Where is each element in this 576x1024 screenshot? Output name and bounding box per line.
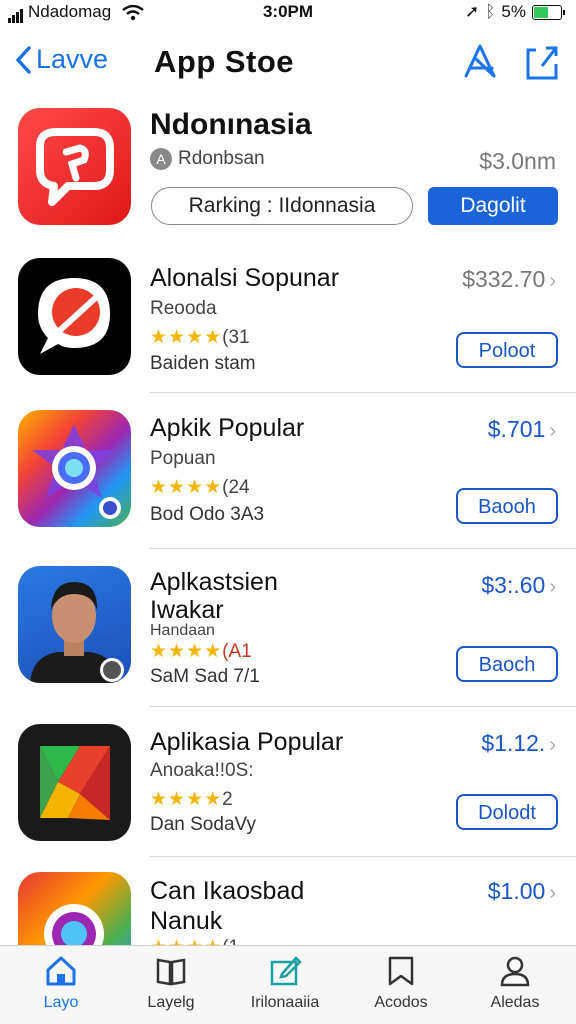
list-item[interactable]: Alonalsi Sopunar Reooda ★★★★(31 Baiden s… [0, 258, 576, 388]
app-icon [18, 410, 131, 527]
rating-stars: ★★★★(A1 [150, 641, 252, 662]
app-meta: SaM Sad 7/1 [150, 666, 260, 687]
price-value: $1.12. [481, 730, 546, 756]
app-name-line1: Can Ikaosbad [150, 877, 305, 905]
page-title: App Stoe [154, 44, 295, 79]
ranking-label: Rarking : IIdonnasia [188, 194, 376, 217]
app-name: Apkik Popular [150, 414, 305, 442]
rating-stars: ★★★★2 [150, 789, 233, 810]
rating-stars: ★★★★(24 [150, 477, 250, 498]
list-item[interactable]: Apkik Popular Popuan ★★★★(24 Bod Odo 3A3… [0, 410, 576, 540]
tab-aledas[interactable]: Aledas [460, 954, 570, 1012]
rating-count: 2 [222, 789, 233, 810]
app-subtitle: Handaan [150, 622, 215, 639]
app-name: Aplikasia Popular [150, 728, 344, 756]
avatar [30, 582, 124, 683]
status-bar: Ndadomag 3:0PM ➚ ᛒ 5% [0, 0, 576, 24]
tab-acodos[interactable]: Acodos [346, 954, 456, 1012]
chevron-right-icon: › [549, 576, 556, 598]
app-price: $.701 › [488, 416, 556, 443]
battery-percent: 5% [501, 2, 526, 21]
app-action-button[interactable]: Poloot [456, 332, 558, 368]
share-icon[interactable] [522, 42, 562, 82]
house-icon [46, 956, 76, 986]
edit-icon [270, 956, 302, 986]
app-name-line1: Aplkastsien [150, 568, 278, 596]
tab-label: Layo [43, 994, 79, 1011]
app-name: Alonalsi Sopunar [150, 264, 340, 292]
chevron-right-icon: › [549, 734, 556, 756]
app-price: $1.00 › [488, 878, 556, 905]
app-icon-featured [18, 108, 131, 225]
nav-bar: Lavve App Stoe [0, 38, 576, 88]
chevron-left-icon [15, 45, 31, 74]
back-button[interactable]: Lavve [14, 44, 108, 75]
divider [150, 706, 576, 707]
tab-bar: Layo Layelg Irilonaaiia Acodos Aledas [0, 945, 576, 1024]
back-label: Lavve [36, 44, 109, 74]
app-price: $332.70 › [462, 266, 556, 293]
tab-label: Irilonaaiia [250, 994, 320, 1011]
app-icon [18, 724, 131, 841]
list-item[interactable]: Aplkastsien Iwakar Handaan ★★★★(A1 SaM Sa… [0, 566, 576, 696]
app-meta: Baiden stam [150, 353, 256, 374]
chevron-right-icon: › [549, 882, 556, 904]
rating-count: (31 [222, 327, 250, 348]
app-price: $3:.60 › [481, 572, 556, 599]
featured-app[interactable]: Ndonınasia A Rdonbsan $3.0nm Rarking : I… [0, 108, 576, 236]
ranking-pill[interactable]: Rarking : IIdonnasia [151, 187, 413, 225]
book-icon [156, 958, 186, 986]
app-subtitle: Popuan [150, 448, 216, 469]
app-meta: Bod Odo 3A3 [150, 504, 265, 525]
divider [150, 392, 576, 393]
price-value: $1.00 [487, 878, 546, 904]
list-item[interactable]: Aplikasia Popular Anoaka!!0S: ★★★★2 Dan … [0, 724, 576, 844]
featured-get-button[interactable]: Dagolit [428, 187, 558, 225]
app-name-line2: Nanuk [150, 907, 223, 935]
app-action-button[interactable]: Baoch [456, 646, 558, 682]
battery-icon [532, 4, 565, 20]
developer-icon: A [150, 148, 172, 170]
app-subtitle: Reooda [150, 298, 217, 319]
app-name-line2: Iwakar [150, 596, 224, 624]
list-item[interactable]: Can IkaosbadNanuk ★★★★(1 $1.00› [0, 872, 576, 946]
tab-label: Layelg [147, 994, 195, 1011]
app-name: Ndonınasia [150, 108, 312, 141]
tab-label: Acodos [374, 994, 428, 1011]
tab-layelg[interactable]: Layelg [116, 954, 226, 1012]
price-value: $3:.60 [481, 572, 546, 598]
app-subtitle: Anoaka!!0S: [150, 760, 254, 781]
app-name: Can Ikaosbad Nanuk [150, 876, 304, 936]
app-action-button[interactable]: Baooh [456, 488, 558, 524]
app-store-icon[interactable] [460, 42, 500, 82]
app-name: Aplkastsien Iwakar [150, 568, 278, 624]
chevron-right-icon: › [549, 270, 556, 292]
rating-stars: ★★★★(31 [150, 327, 250, 348]
chevron-right-icon: › [549, 420, 556, 442]
tab-irilonaaiia[interactable]: Irilonaaiia [230, 954, 340, 1012]
rating-count: (24 [222, 477, 250, 498]
app-icon [18, 258, 131, 375]
bluetooth-icon: ᛒ [485, 2, 496, 21]
divider [150, 856, 576, 857]
location-icon: ➚ [464, 2, 480, 21]
price-value: $.701 [487, 416, 546, 442]
rating-count: (A1 [222, 641, 252, 662]
featured-price: $3.0nm [479, 148, 556, 174]
tab-layo[interactable]: Layo [6, 954, 116, 1012]
divider [150, 548, 576, 549]
developer-name: Rdonbsan [178, 148, 265, 169]
tab-label: Aledas [490, 994, 540, 1011]
app-meta: Dan SodaVy [150, 814, 256, 835]
app-action-button[interactable]: Dolodt [456, 794, 558, 830]
price-value: $332.70 [462, 266, 546, 292]
app-price: $1.12. › [481, 730, 556, 757]
app-icon [18, 566, 131, 683]
app-icon [18, 872, 131, 946]
person-icon [500, 956, 530, 987]
bookmark-icon [388, 956, 414, 986]
